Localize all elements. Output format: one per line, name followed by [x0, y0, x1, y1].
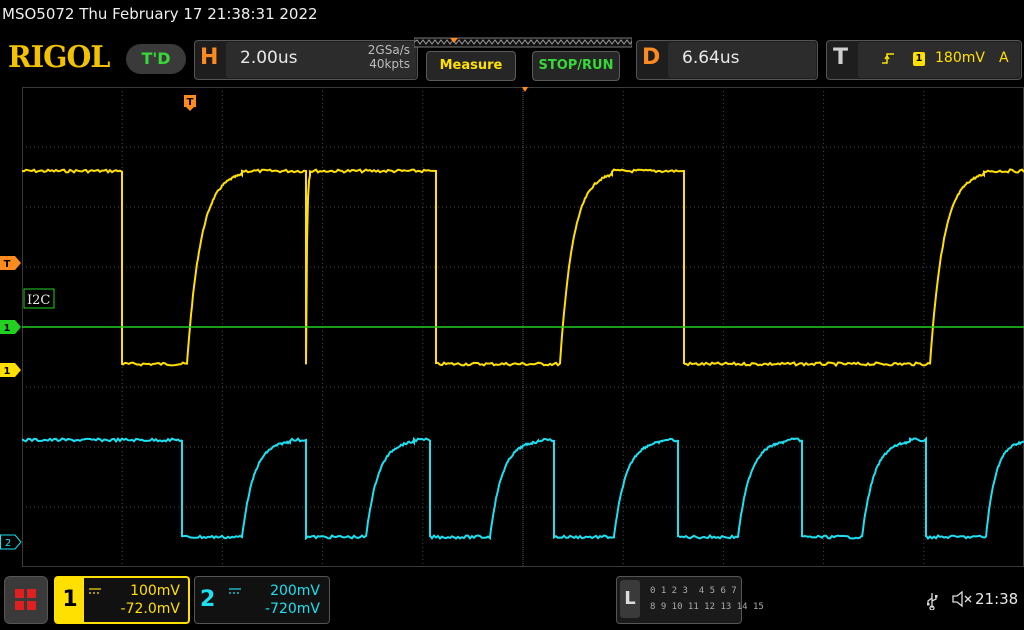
window-title: MSO5072 Thu February 17 21:38:31 2022	[2, 5, 318, 23]
ch1-offset-marker-icon[interactable]: 1	[0, 362, 22, 378]
svg-text:T: T	[187, 97, 194, 108]
trigger-level-marker-icon[interactable]: T	[0, 255, 22, 271]
logic-channels-0-7: 0 1 2 3 4 5 6 7	[650, 586, 737, 596]
trigger-status-badge: T'D	[126, 44, 186, 74]
trigger-source: A	[999, 50, 1009, 66]
rigol-logo: RIGOL	[8, 40, 110, 75]
main-menu-button[interactable]	[4, 576, 48, 624]
svg-text:1: 1	[4, 366, 11, 377]
svg-text:1: 1	[4, 323, 11, 334]
dc-coupling-icon	[89, 588, 101, 594]
i2c-decode-label: I2C	[27, 293, 50, 308]
logic-channels-8-15: 8 9 10 11 12 13 14 15	[650, 602, 764, 612]
delay-value: 6.64us	[682, 48, 740, 68]
ch1-offset: -72.0mV	[120, 601, 180, 617]
horizontal-label: H	[200, 45, 219, 70]
delay-label: D	[642, 45, 661, 70]
sample-rate: 2GSa/s	[367, 43, 410, 57]
trigger-label: T	[833, 45, 849, 70]
timebase-value: 2.00us	[240, 48, 298, 68]
speaker-muted-icon[interactable]	[951, 590, 973, 608]
ch1-label: 1	[56, 578, 84, 622]
waveform-display[interactable]: I2C T	[22, 87, 1024, 567]
logic-analyzer-label: L	[620, 580, 640, 618]
trigger-level: 180mV	[935, 50, 985, 66]
ch2-offset: -720mV	[265, 601, 320, 617]
trigger-position-t-icon: T	[184, 95, 196, 111]
system-clock: 21:38	[975, 590, 1019, 608]
usb-icon	[927, 593, 938, 610]
stop-run-button[interactable]: STOP/RUN	[532, 51, 620, 81]
memory-position-strip	[414, 37, 632, 48]
ch2-offset-marker-icon[interactable]: 2	[0, 534, 22, 550]
dc-coupling-icon	[229, 588, 241, 594]
trigger-channel-badge: 1	[913, 52, 925, 66]
svg-text:2: 2	[5, 538, 11, 549]
ch2-scale-info: 200mV -720mV	[228, 582, 320, 618]
sample-rate-info: 2GSa/s 40kpts	[334, 43, 410, 71]
rising-edge-icon	[882, 53, 894, 64]
bus-marker-icon[interactable]: 1	[0, 319, 22, 335]
menu-grid-icon	[15, 589, 36, 610]
svg-text:T: T	[4, 259, 11, 270]
memory-depth: 40kpts	[369, 57, 410, 71]
ch2-label: 2	[200, 587, 216, 612]
ch1-scale-info: 100mV -72.0mV	[88, 582, 180, 618]
measure-button[interactable]: Measure	[426, 51, 516, 81]
